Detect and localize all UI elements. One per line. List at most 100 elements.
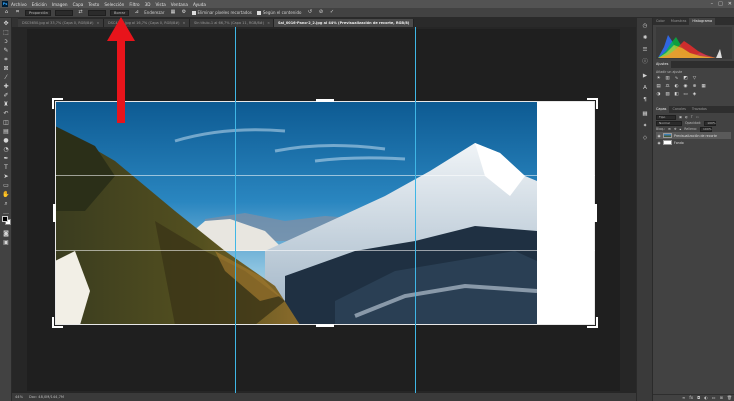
straighten-button[interactable]: ⊿ Enderezar [133, 9, 165, 16]
swatches-icon[interactable]: ▦ [641, 110, 649, 118]
menu-texto[interactable]: Texto [88, 2, 99, 7]
menu-archivo[interactable]: Archivo [11, 2, 27, 7]
pen-tool-icon[interactable]: ✒ [2, 155, 10, 163]
menu-ayuda[interactable]: Ayuda [193, 2, 206, 7]
clone-stamp-icon[interactable]: ♜ [2, 101, 10, 109]
menu-3d[interactable]: 3D [145, 2, 151, 7]
lasso-tool-icon[interactable]: ↄ [2, 38, 10, 46]
reset-icon[interactable]: ↺ [306, 9, 313, 16]
swap-icon[interactable]: ⇄ [77, 9, 84, 16]
group-icon[interactable]: ▭ [712, 395, 716, 401]
close-tab-icon[interactable]: × [412, 19, 413, 27]
info-icon[interactable]: ⓘ [641, 58, 649, 66]
height-input[interactable] [88, 9, 106, 16]
tab-histogram[interactable]: Histograma [689, 18, 716, 25]
lock-all-icon[interactable]: 🔒︎ [679, 127, 681, 131]
tab-paths[interactable]: Trazados [689, 106, 710, 113]
quick-select-tool-icon[interactable]: ✎ [2, 47, 10, 55]
content-aware-checkbox[interactable]: Según el contenido [256, 10, 301, 15]
clear-button[interactable]: Borrar [110, 9, 130, 16]
opacity-input[interactable]: 100% [704, 120, 717, 126]
hand-tool-icon[interactable]: ✋ [2, 191, 10, 199]
filter-image-icon[interactable]: ▣ [679, 115, 682, 119]
threshold-icon[interactable]: ◧ [674, 92, 679, 97]
path-select-icon[interactable]: ➤ [2, 173, 10, 181]
layer-row-background[interactable]: ◉ Fondo [656, 139, 731, 146]
add-mask-icon[interactable]: ◘ [697, 395, 700, 401]
history-panel-icon[interactable]: ◷ [641, 22, 649, 30]
crop-box[interactable] [55, 101, 595, 325]
layer-row-crop-preview[interactable]: ◉ Previsualización de recorte [656, 132, 731, 139]
menu-edicion[interactable]: Edición [32, 2, 47, 7]
photo-filter-icon[interactable]: ◉ [683, 84, 688, 89]
eraser-tool-icon[interactable]: ◫ [2, 119, 10, 127]
home-icon[interactable]: ⌂ [3, 9, 10, 16]
close-tab-icon[interactable]: × [183, 19, 186, 27]
menu-capa[interactable]: Capa [73, 2, 84, 7]
selective-color-icon[interactable]: ◈ [692, 92, 697, 97]
crop-handle-top-left[interactable] [52, 98, 63, 109]
crop-handle-top-right[interactable] [587, 98, 598, 109]
width-input[interactable] [55, 9, 73, 16]
glyphs-icon[interactable]: ✦ [641, 122, 649, 130]
tab-color[interactable]: Color [653, 18, 668, 25]
shape-tool-icon[interactable]: ▭ [2, 182, 10, 190]
tab-adjustments[interactable]: Ajustes [653, 61, 672, 68]
crop-icon[interactable]: ⌗ [14, 9, 21, 16]
menu-ventana[interactable]: Ventana [171, 2, 188, 7]
settings-gear-icon[interactable]: ⚙ [181, 9, 188, 16]
grid-overlay-icon[interactable]: ▦ [170, 9, 177, 16]
link-layers-icon[interactable]: ∞ [682, 395, 685, 401]
trash-icon[interactable]: 🗑︎ [727, 395, 732, 401]
crop-handle-bottom[interactable] [316, 324, 334, 327]
paths-icon[interactable]: ◇ [641, 134, 649, 142]
quick-mask-icon[interactable]: ◙ [2, 230, 10, 238]
document-tab[interactable]: DSC5650.jpg al 33,7% (Capa 0, RGB/8#) × [18, 19, 104, 27]
hue-saturation-icon[interactable]: ▤ [656, 84, 661, 89]
lock-pixels-icon[interactable]: ⊞ [668, 127, 671, 131]
document-tab[interactable]: Sin título-1 al 66,7% (Capa 11, RGB/8#) × [190, 19, 274, 27]
gradient-map-icon[interactable]: ▭ [683, 92, 688, 97]
crop-tool-icon[interactable]: ⌗ [2, 56, 10, 64]
brush-settings-icon[interactable]: ✺ [641, 34, 649, 42]
layer-style-icon[interactable]: fx [689, 395, 693, 401]
eyedropper-tool-icon[interactable]: ⁄ [2, 74, 10, 82]
guide-line[interactable] [235, 27, 236, 401]
blend-mode-select[interactable]: Normal [656, 120, 682, 126]
invert-icon[interactable]: ◑ [656, 92, 661, 97]
crop-handle-top[interactable] [316, 99, 334, 102]
tab-swatches[interactable]: Muestras [668, 18, 690, 25]
paragraph-icon[interactable]: ¶ [641, 96, 649, 104]
ratio-select[interactable]: Proporción [25, 9, 51, 16]
black-white-icon[interactable]: ◐ [674, 84, 679, 89]
healing-brush-icon[interactable]: ✚ [2, 83, 10, 91]
brightness-icon[interactable]: ☀ [656, 76, 661, 81]
history-brush-icon[interactable]: ↶ [2, 110, 10, 118]
fill-input[interactable]: 100% [700, 126, 712, 132]
character-icon[interactable]: A [641, 84, 649, 92]
foreground-color-swatch[interactable] [2, 216, 8, 222]
delete-cropped-checkbox[interactable]: Eliminar píxeles recortados [191, 10, 252, 15]
adjustment-layer-icon[interactable]: ◐ [704, 395, 708, 401]
properties-icon[interactable]: ☰ [641, 46, 649, 54]
tab-channels[interactable]: Canales [669, 106, 688, 113]
exposure-icon[interactable]: ◩ [683, 76, 688, 81]
play-actions-icon[interactable]: ▶ [641, 72, 649, 80]
curves-icon[interactable]: ∿ [674, 76, 679, 81]
color-balance-icon[interactable]: ⚖ [665, 84, 670, 89]
filter-type-icon[interactable]: T [691, 115, 693, 119]
type-tool-icon[interactable]: T [2, 164, 10, 172]
visibility-eye-icon[interactable]: ◉ [657, 141, 661, 145]
close-tab-icon[interactable]: × [267, 19, 270, 27]
gradient-tool-icon[interactable]: ▤ [2, 128, 10, 136]
posterize-icon[interactable]: ▨ [665, 92, 670, 97]
crop-handle-bottom-right[interactable] [587, 317, 598, 328]
frame-tool-icon[interactable]: ⊠ [2, 65, 10, 73]
filter-shape-icon[interactable]: ▭ [696, 115, 699, 119]
document-tab-active[interactable]: Sal_0016-Pano-2_2.jpg al 44% (Previsuali… [274, 19, 414, 27]
brush-tool-icon[interactable]: ✐ [2, 92, 10, 100]
lock-position-icon[interactable]: ✥ [674, 127, 677, 131]
guide-line[interactable] [415, 27, 416, 401]
filter-adjust-icon[interactable]: ◐ [685, 115, 688, 119]
layer-kind-filter[interactable]: Tipo [656, 114, 676, 120]
